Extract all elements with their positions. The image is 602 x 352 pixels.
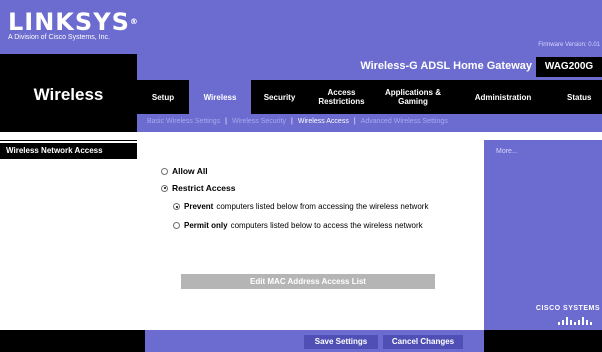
edit-mac-address-list-button[interactable]: Edit MAC Address Access List [181,274,435,289]
main-tabs: Setup Wireless Security Access Restricti… [137,80,602,114]
permit-only-radio[interactable] [173,222,180,229]
wireless-access-content: Allow All Restrict Access Prevent comput… [145,140,484,330]
footer-buttons-area: Save Settings Cancel Changes [145,330,484,352]
subtab-wireless-security[interactable]: Wireless Security [232,118,286,125]
model-name: WAG200G [536,57,602,77]
prevent-radio[interactable] [173,203,180,210]
sub-tabs: Basic Wireless Settings | Wireless Securit… [137,114,602,132]
restrict-access-radio[interactable] [161,184,168,192]
brand-subtitle: A Division of Cisco Systems, Inc. [8,34,110,41]
permit-only-option[interactable]: Permit only computers listed below to ac… [173,221,423,230]
brand-banner: LINKSYS® A Division of Cisco Systems, In… [0,0,602,54]
subtab-advanced-wireless-settings[interactable]: Advanced Wireless Settings [361,118,448,125]
allow-all-option[interactable]: Allow All [161,166,208,176]
prevent-label: Prevent [184,202,214,211]
restrict-access-label: Restrict Access [172,183,236,193]
linksys-logo: LINKSYS® [8,8,139,36]
product-name: Wireless-G ADSL Home Gateway [360,60,532,72]
prevent-description: computers listed below from accessing th… [216,202,429,211]
help-panel: More... CISCO SYSTEMS [484,140,602,330]
prevent-option[interactable]: Prevent computers listed below from acce… [173,202,428,211]
product-row: Wireless-G ADSL Home Gateway WAG200G [137,54,602,80]
permit-only-description: computers listed below to access the wir… [230,221,423,230]
cisco-systems-logo: CISCO SYSTEMS [535,305,600,312]
section-title: Wireless [33,85,104,104]
tab-wireless[interactable]: Wireless [189,80,251,114]
tab-security[interactable]: Security [251,80,308,114]
tab-access-restrictions[interactable]: Access Restrictions [308,80,375,114]
subtab-wireless-access[interactable]: Wireless Access [298,118,349,125]
allow-all-label: Allow All [172,166,208,176]
save-settings-button[interactable]: Save Settings [304,335,378,349]
allow-all-radio[interactable] [161,167,168,175]
tab-status[interactable]: Status [555,80,602,114]
permit-only-label: Permit only [184,221,228,230]
tab-setup[interactable]: Setup [137,80,189,114]
tab-applications-gaming[interactable]: Applications & Gaming [375,80,451,114]
cancel-changes-button[interactable]: Cancel Changes [383,335,463,349]
restrict-access-option[interactable]: Restrict Access [161,183,235,193]
firmware-version: Firmware Version: 0.01 [538,42,600,48]
sidebar-divider [0,140,137,141]
tab-administration[interactable]: Administration [451,80,555,114]
more-link[interactable]: More... [496,148,518,155]
wireless-network-access-label: Wireless Network Access [0,143,137,159]
header-gap [0,132,602,140]
subtab-basic-wireless-settings[interactable]: Basic Wireless Settings [147,118,220,125]
cisco-bars-icon [556,315,598,325]
